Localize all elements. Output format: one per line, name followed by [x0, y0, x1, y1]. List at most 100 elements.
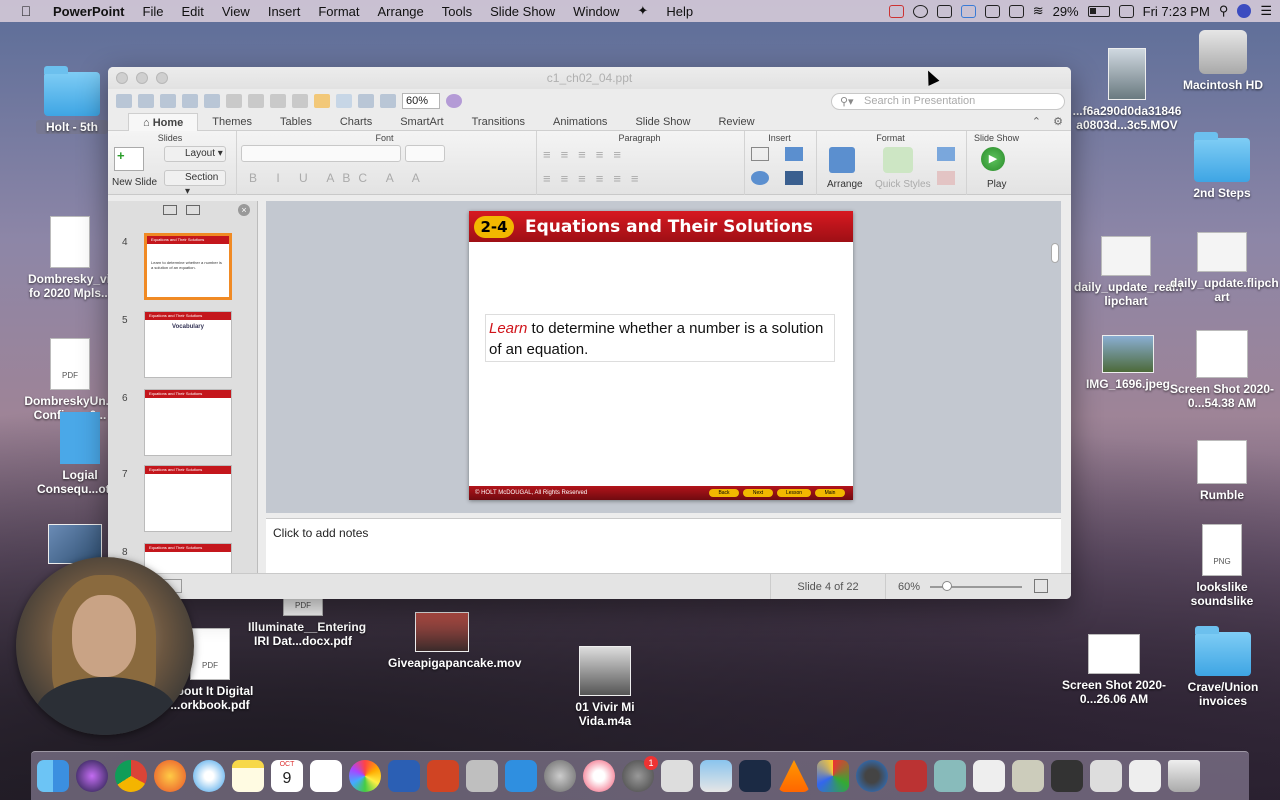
slide-sorter-icon[interactable] — [358, 94, 374, 108]
slide-thumbnail-8[interactable]: Equations and Their Solutions — [144, 543, 232, 573]
desktop-icon-screen-shot-1[interactable]: Screen Shot 2020-0...54.38 AM — [1168, 330, 1276, 410]
word-icon[interactable] — [388, 760, 420, 792]
tab-slide-show[interactable]: Slide Show — [621, 113, 704, 131]
zoom-slider-thumb[interactable] — [942, 581, 952, 591]
system-preferences-icon[interactable]: 1 — [622, 756, 658, 792]
current-slide[interactable]: 2-4 Equations and Their Solutions Learn … — [469, 211, 853, 500]
font-size-select[interactable] — [405, 145, 445, 162]
font-name-select[interactable] — [241, 145, 401, 162]
recent-window-3[interactable] — [1051, 760, 1083, 792]
list-buttons[interactable]: ≡≡≡≡≡ — [543, 147, 631, 162]
quick-styles-icon[interactable] — [883, 147, 913, 173]
format-painter-icon[interactable] — [292, 94, 308, 108]
tab-themes[interactable]: Themes — [198, 113, 266, 131]
screen-recorder-icon[interactable] — [960, 4, 976, 18]
new-slide-button[interactable]: New Slide — [112, 177, 157, 188]
new-icon[interactable] — [116, 94, 132, 108]
clock[interactable]: Fri 7:23 PM — [1143, 4, 1210, 19]
preview-icon[interactable] — [700, 760, 732, 792]
outline-view-icon[interactable] — [186, 205, 200, 215]
desktop-icon-daily-update[interactable]: daily_update.flipch art — [1170, 232, 1279, 304]
office-app-icon[interactable] — [817, 760, 849, 792]
spotlight-icon[interactable]: ⚲ — [1219, 3, 1229, 19]
layout-button[interactable]: Layout ▾ — [164, 146, 226, 162]
quick-styles-button[interactable]: Quick Styles — [875, 179, 931, 190]
lesson-nav-button[interactable]: Lesson — [777, 489, 811, 497]
slides-view-icon[interactable] — [163, 205, 177, 215]
vlc-icon[interactable] — [778, 760, 810, 792]
paste-icon[interactable] — [270, 94, 286, 108]
search-in-presentation-input[interactable]: ⚲▾ Search in Presentation — [831, 93, 1065, 110]
line-icon[interactable] — [937, 171, 955, 185]
trash-icon[interactable] — [1168, 760, 1200, 792]
back-nav-button[interactable]: Back — [709, 489, 739, 497]
tab-review[interactable]: Review — [704, 113, 768, 131]
desktop-icon-vivir-mi-vida[interactable]: 01 Vivir Mi Vida.m4a — [565, 646, 645, 728]
ribbon-settings-icon[interactable]: ⚙ — [1053, 115, 1063, 128]
tab-transitions[interactable]: Transitions — [458, 113, 539, 131]
new-slide-icon[interactable]: + — [114, 147, 144, 171]
objective-text-box[interactable]: Learn to determine whether a number is a… — [485, 314, 835, 362]
arrange-button[interactable]: Arrange — [827, 179, 863, 190]
music-icon[interactable] — [583, 760, 615, 792]
menu-insert[interactable]: Insert — [259, 4, 310, 19]
editor-scrollbar[interactable] — [1051, 243, 1059, 263]
play-button[interactable]: Play — [987, 179, 1006, 190]
desktop-icon-lookslike[interactable]: PNG lookslike soundslike — [1180, 524, 1264, 608]
templates-icon[interactable] — [138, 94, 154, 108]
wifi-icon[interactable]: ≋ — [1033, 3, 1044, 19]
desktop-icon-daily-update-real[interactable]: daily_update_real.f lipchart — [1074, 236, 1183, 308]
finder-icon[interactable] — [37, 760, 69, 792]
menu-tools[interactable]: Tools — [433, 4, 481, 19]
recent-window-5[interactable] — [1129, 760, 1161, 792]
slide-thumbnail-5[interactable]: Equations and Their Solutions Vocabulary — [144, 311, 232, 378]
redo-icon[interactable] — [336, 94, 352, 108]
airplay-icon[interactable] — [1008, 4, 1024, 18]
play-icon[interactable]: ▶ — [981, 147, 1005, 171]
menu-view[interactable]: View — [213, 4, 259, 19]
collapse-ribbon-icon[interactable]: ⌃ — [1032, 115, 1041, 128]
copy-icon[interactable] — [248, 94, 264, 108]
desktop-icon-mov[interactable]: ...f6a290d0da31846 a0803d...3c5.MOV — [1068, 48, 1186, 132]
script-editor-icon[interactable] — [466, 760, 498, 792]
text-box-icon[interactable] — [751, 147, 769, 161]
powerpoint-icon[interactable] — [427, 760, 459, 792]
desktop-icon-macintosh-hd[interactable]: Macintosh HD — [1176, 30, 1270, 92]
photos-icon[interactable] — [349, 760, 381, 792]
battery-percent[interactable]: 29% — [1053, 4, 1079, 19]
desktop-icon-giveapig[interactable]: Giveapigapancake.mov — [388, 612, 521, 670]
recent-window-2[interactable] — [1012, 760, 1044, 792]
menu-file[interactable]: File — [134, 4, 173, 19]
slide-thumbnail-4[interactable]: Equations and Their Solutions Learn to d… — [144, 233, 232, 300]
textedit-icon[interactable] — [505, 760, 537, 792]
fill-icon[interactable] — [937, 147, 955, 161]
siri-icon[interactable] — [76, 760, 108, 792]
close-box-icon[interactable] — [936, 4, 952, 18]
menu-window[interactable]: Window — [564, 4, 628, 19]
menu-help[interactable]: Help — [657, 4, 702, 19]
menu-app-name[interactable]: PowerPoint — [44, 4, 134, 19]
section-button[interactable]: Section ▾ — [164, 170, 226, 197]
safari-icon[interactable] — [193, 760, 225, 792]
reminders-icon[interactable] — [310, 760, 342, 792]
slide-thumbnail-6[interactable]: Equations and Their Solutions — [144, 389, 232, 456]
desktop-icon-rumble[interactable]: Rumble — [1180, 440, 1264, 502]
desktop-icon-img-1696[interactable]: IMG_1696.jpeg — [1082, 335, 1174, 391]
photo-booth-icon[interactable] — [895, 760, 927, 792]
font-style-buttons[interactable]: B I U ABC A A — [249, 171, 428, 185]
desktop-icon-dombresky-vi[interactable]: Dombresky_vi... fo 2020 Mpls... — [28, 216, 120, 300]
apple-icon[interactable]:  — [16, 3, 36, 19]
status-app-icon[interactable] — [888, 4, 904, 18]
calendar-icon[interactable]: OCT 9 — [271, 760, 303, 792]
shape-icon[interactable] — [751, 171, 769, 185]
align-buttons[interactable]: ≡≡≡≡≡≡ — [543, 171, 649, 186]
script-icon[interactable]: ✦ — [628, 3, 657, 19]
save-icon[interactable] — [182, 94, 198, 108]
help-icon[interactable] — [446, 94, 462, 108]
desktop-icon-illuminate[interactable]: PDF Illuminate__Entering IRI Dat...docx.… — [248, 596, 366, 648]
media-icon[interactable] — [785, 171, 803, 185]
app-store-icon[interactable] — [739, 760, 771, 792]
notification-center-icon[interactable]: ☰ — [1260, 3, 1272, 19]
notes-pane[interactable]: Click to add notes — [266, 518, 1061, 573]
next-nav-button[interactable]: Next — [743, 489, 773, 497]
